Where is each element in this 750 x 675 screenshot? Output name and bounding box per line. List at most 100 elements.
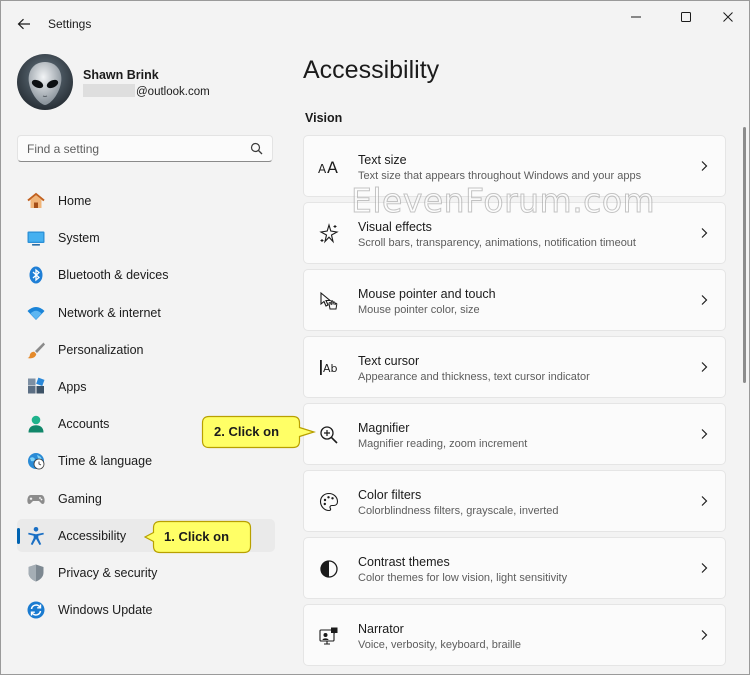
chevron-right-icon xyxy=(701,496,708,506)
back-button[interactable] xyxy=(13,13,35,35)
card-title: Visual effects xyxy=(358,220,432,234)
window-title: Settings xyxy=(48,17,92,31)
card-description: Appearance and thickness, text cursor in… xyxy=(358,371,590,383)
callout-step-2: 2. Click on xyxy=(201,415,316,449)
callout-text: 2. Click on xyxy=(214,424,280,439)
time-language-icon xyxy=(26,451,46,471)
page-title: Accessibility xyxy=(303,56,440,84)
sidebar-item-time-language[interactable]: Time & language xyxy=(17,444,275,477)
close-button[interactable] xyxy=(705,5,749,29)
card-text-size[interactable]: A A Text size Text size that appears thr… xyxy=(303,135,726,197)
palette-icon xyxy=(318,491,340,513)
card-title: Mouse pointer and touch xyxy=(358,287,496,301)
card-text-cursor[interactable]: Ab Text cursor Appearance and thickness,… xyxy=(303,336,726,398)
sidebar-nav: Home System Bluetooth & devices Network … xyxy=(17,184,275,630)
sidebar-item-label: Personalization xyxy=(58,342,144,357)
search-icon[interactable] xyxy=(250,142,263,155)
sidebar-item-label: System xyxy=(58,231,100,246)
sidebar-item-home[interactable]: Home xyxy=(17,184,275,217)
redacted-email-block xyxy=(83,84,135,97)
chevron-right-icon xyxy=(701,161,708,171)
sidebar-item-label: Accounts xyxy=(58,417,110,432)
maximize-icon xyxy=(681,12,691,22)
avatar[interactable] xyxy=(17,54,73,110)
card-description: Mouse pointer color, size xyxy=(358,304,480,316)
gamepad-icon xyxy=(26,489,46,509)
card-mouse-pointer[interactable]: Mouse pointer and touch Mouse pointer co… xyxy=(303,269,726,331)
card-title: Text cursor xyxy=(358,354,420,368)
wifi-icon xyxy=(26,303,46,323)
system-icon xyxy=(26,228,46,248)
sidebar-item-privacy-security[interactable]: Privacy & security xyxy=(17,556,275,589)
close-icon xyxy=(723,12,733,22)
card-contrast-themes[interactable]: Contrast themes Color themes for low vis… xyxy=(303,537,726,599)
user-name: Shawn Brink xyxy=(83,68,159,82)
card-description: Magnifier reading, zoom increment xyxy=(358,438,528,450)
shield-icon xyxy=(26,563,46,583)
contrast-icon xyxy=(318,558,340,580)
callout-text: 1. Click on xyxy=(164,529,230,544)
sidebar-item-bluetooth[interactable]: Bluetooth & devices xyxy=(17,258,275,291)
search-box[interactable] xyxy=(17,135,273,162)
section-title-vision: Vision xyxy=(305,111,343,125)
card-title: Text size xyxy=(358,153,407,167)
bluetooth-icon xyxy=(26,265,46,285)
magnifier-icon xyxy=(318,424,340,446)
sidebar-item-label: Privacy & security xyxy=(58,565,158,580)
maximize-button[interactable] xyxy=(663,5,709,29)
svg-text:A: A xyxy=(327,158,338,177)
card-title: Contrast themes xyxy=(358,555,450,569)
chevron-right-icon xyxy=(701,362,708,372)
mouse-pointer-icon xyxy=(318,290,340,312)
brush-icon xyxy=(26,340,46,360)
title-bar: Settings xyxy=(1,1,749,47)
sidebar-item-label: Apps xyxy=(58,379,87,394)
card-title: Narrator xyxy=(358,622,404,636)
svg-text:Ab: Ab xyxy=(323,362,338,375)
chevron-right-icon xyxy=(701,228,708,238)
sidebar-item-label: Network & internet xyxy=(58,305,161,320)
sidebar-item-label: Bluetooth & devices xyxy=(58,268,169,283)
settings-window: Settings Shawn Brink @outlook.com Find a… xyxy=(0,0,750,675)
selection-indicator xyxy=(17,527,20,544)
apps-icon xyxy=(26,377,46,397)
sidebar-item-personalization[interactable]: Personalization xyxy=(17,333,275,366)
callout-step-1: 1. Click on xyxy=(144,520,252,554)
sidebar-item-windows-update[interactable]: Windows Update xyxy=(17,593,275,626)
accessibility-icon xyxy=(26,526,46,546)
card-narrator[interactable]: Narrator Voice, verbosity, keyboard, bra… xyxy=(303,604,726,666)
home-icon xyxy=(26,191,46,211)
sidebar-item-gaming[interactable]: Gaming xyxy=(17,482,275,515)
sidebar-item-label: Accessibility xyxy=(58,528,127,543)
user-email-suffix: @outlook.com xyxy=(136,86,210,98)
card-description: Voice, verbosity, keyboard, braille xyxy=(358,639,522,651)
text-cursor-icon: Ab xyxy=(318,357,340,379)
card-description: Color themes for low vision, light sensi… xyxy=(358,572,568,584)
sidebar-item-label: Windows Update xyxy=(58,603,153,618)
sidebar-item-network[interactable]: Network & internet xyxy=(17,296,275,329)
sidebar-item-label: Home xyxy=(58,194,92,208)
user-email: @outlook.com xyxy=(83,84,210,98)
search-input[interactable] xyxy=(18,136,247,161)
narrator-icon xyxy=(318,625,340,647)
update-icon xyxy=(26,600,46,620)
back-arrow-icon xyxy=(17,18,30,30)
minimize-button[interactable] xyxy=(613,5,659,29)
accounts-icon xyxy=(26,414,46,434)
sidebar-item-system[interactable]: System xyxy=(17,221,275,254)
sidebar-item-apps[interactable]: Apps xyxy=(17,370,275,403)
svg-text:A: A xyxy=(318,162,327,176)
card-magnifier[interactable]: Magnifier Magnifier reading, zoom increm… xyxy=(303,403,726,465)
card-title: Color filters xyxy=(358,488,422,502)
card-description: Text size that appears throughout Window… xyxy=(358,170,642,182)
text-size-icon: A A xyxy=(318,156,340,178)
card-description: Scroll bars, transparency, animations, n… xyxy=(358,237,636,249)
card-visual-effects[interactable]: Visual effects Scroll bars, transparency… xyxy=(303,202,726,264)
card-description: Colorblindness filters, grayscale, inver… xyxy=(358,505,559,517)
sidebar-item-label: Time & language xyxy=(58,454,153,469)
card-title: Magnifier xyxy=(358,421,410,435)
card-color-filters[interactable]: Color filters Colorblindness filters, gr… xyxy=(303,470,726,532)
chevron-right-icon xyxy=(701,429,708,439)
alien-avatar-icon xyxy=(17,54,73,110)
main-scrollbar[interactable] xyxy=(743,127,746,383)
